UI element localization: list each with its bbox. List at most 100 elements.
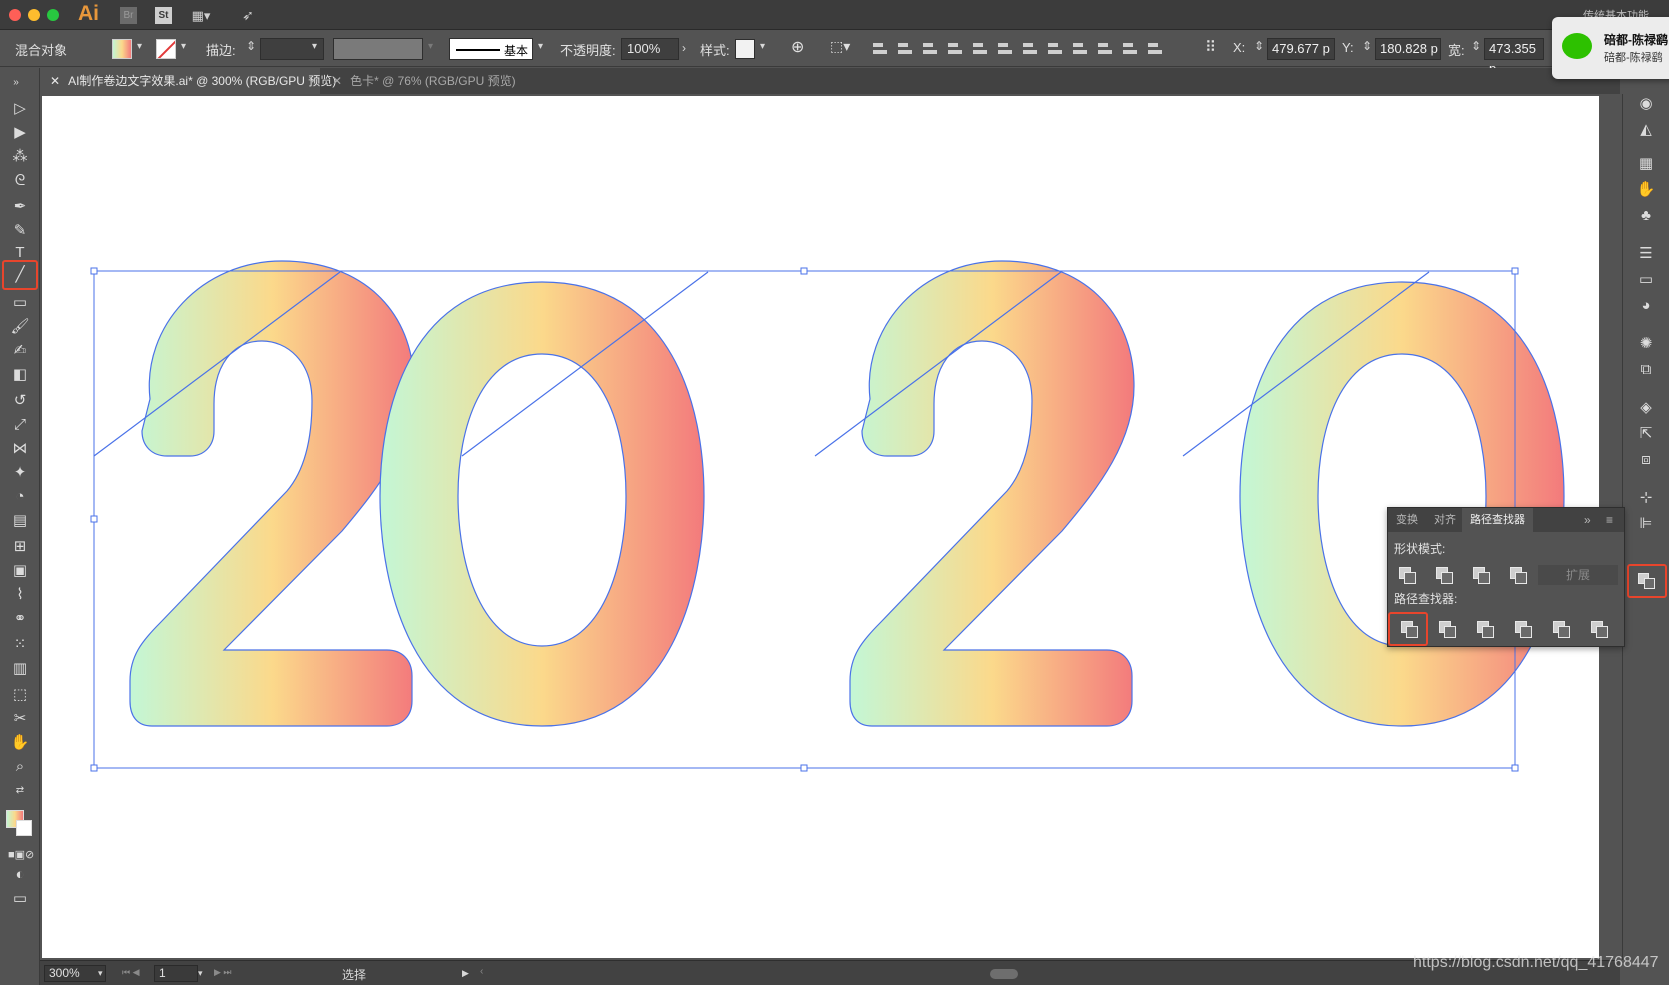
- exclude-button[interactable]: [1506, 564, 1528, 584]
- align-panel-icon[interactable]: ⊫: [1635, 514, 1657, 534]
- align-top-icon[interactable]: [945, 40, 964, 58]
- align-left-icon[interactable]: [870, 40, 889, 58]
- resize-handle[interactable]: [800, 764, 808, 772]
- distribute-right-icon[interactable]: [1145, 40, 1164, 58]
- x-position-field[interactable]: 479.677 p: [1267, 38, 1335, 60]
- recolor-artwork-icon[interactable]: ⊕: [791, 37, 804, 57]
- eraser-tool-icon[interactable]: ◧: [8, 364, 32, 386]
- brush-definition-dropdown[interactable]: 基本: [449, 38, 533, 60]
- artboard-tool-icon[interactable]: ⬚: [8, 684, 32, 706]
- zoom-tool-icon[interactable]: ⌕: [8, 756, 32, 778]
- transparency-icon[interactable]: ◕: [1635, 296, 1657, 316]
- distribute-bottom-icon[interactable]: [1070, 40, 1089, 58]
- horizontal-scrollbar-thumb[interactable]: [990, 969, 1018, 979]
- close-icon[interactable]: ✕: [332, 74, 342, 88]
- align-to-selection-icon[interactable]: ⬚▾: [830, 38, 850, 55]
- resize-handle[interactable]: [90, 267, 98, 275]
- bridge-button[interactable]: Br: [120, 7, 137, 24]
- tab-align[interactable]: 对齐: [1434, 508, 1456, 532]
- opacity-field[interactable]: 100%: [621, 38, 679, 60]
- maximize-window-button[interactable]: [47, 9, 59, 21]
- artboard-number-field[interactable]: 1: [154, 965, 198, 982]
- digit-2[interactable]: [129, 260, 415, 727]
- chevron-right-icon[interactable]: ›: [682, 41, 686, 55]
- digit-2[interactable]: [849, 260, 1135, 727]
- zoom-field[interactable]: 300%: [44, 965, 106, 982]
- crop-button[interactable]: [1511, 618, 1533, 638]
- line-segment-tool-icon[interactable]: ╱: [2, 260, 38, 290]
- stroke-color-box[interactable]: [16, 820, 32, 836]
- chevron-down-icon[interactable]: ▾: [181, 41, 186, 52]
- artboards-icon[interactable]: ⧈: [1635, 450, 1657, 470]
- selection-tool-icon[interactable]: ▷: [8, 98, 32, 120]
- chevron-right-icon[interactable]: ▶: [462, 968, 469, 979]
- color-guide-icon[interactable]: ◭: [1635, 120, 1657, 140]
- puppet-warp-tool-icon[interactable]: ✦: [8, 462, 32, 484]
- stepper-icon[interactable]: ⇕: [246, 39, 256, 53]
- stepper-icon[interactable]: ⇕: [1254, 39, 1264, 53]
- color-mode-icons[interactable]: ■▣⊘: [8, 844, 34, 866]
- resize-handle[interactable]: [90, 764, 98, 772]
- width-field[interactable]: 473.355 p: [1484, 38, 1544, 76]
- align-bottom-icon[interactable]: [995, 40, 1014, 58]
- panel-menu-icon[interactable]: ≡: [1606, 508, 1613, 532]
- reference-point-icon[interactable]: ⠿: [1205, 38, 1216, 56]
- resize-handle[interactable]: [1511, 267, 1519, 275]
- minus-front-button[interactable]: [1432, 564, 1454, 584]
- resize-handle[interactable]: [1511, 764, 1519, 772]
- magic-wand-tool-icon[interactable]: ⁂: [8, 146, 32, 168]
- graphic-style-swatch[interactable]: [735, 39, 755, 59]
- stepper-icon[interactable]: ⇕: [1471, 39, 1481, 53]
- scale-tool-icon[interactable]: ⤢: [8, 414, 32, 436]
- chevron-down-icon[interactable]: ▾: [137, 41, 142, 52]
- artwork-svg[interactable]: [42, 96, 1599, 958]
- merge-button[interactable]: [1473, 618, 1495, 638]
- shaper-tool-icon[interactable]: ✍: [8, 340, 32, 362]
- canvas-area[interactable]: [40, 94, 1620, 960]
- width-tool-icon[interactable]: ⋈: [8, 438, 32, 460]
- distribute-left-icon[interactable]: [1095, 40, 1114, 58]
- slice-tool-icon[interactable]: ✂: [8, 708, 32, 730]
- intersect-button[interactable]: [1469, 564, 1491, 584]
- artwork-text-2020[interactable]: [129, 260, 1565, 727]
- scroll-left-icon[interactable]: ‹: [480, 966, 483, 977]
- shape-builder-tool-icon[interactable]: ◔: [8, 486, 32, 508]
- tab-document-swatches[interactable]: ✕ 色卡* @ 76% (RGB/GPU 预览): [322, 68, 516, 94]
- resize-handle[interactable]: [90, 515, 98, 523]
- hand-tool-icon[interactable]: ✋: [8, 732, 32, 754]
- distribute-top-icon[interactable]: [1020, 40, 1039, 58]
- column-graph-tool-icon[interactable]: ▥: [8, 658, 32, 680]
- arrange-documents-icon[interactable]: ▦▾: [186, 7, 216, 24]
- color-panel-icon[interactable]: ◉: [1635, 94, 1657, 114]
- expand-button[interactable]: 扩展: [1538, 565, 1618, 585]
- chevron-down-icon[interactable]: ▾: [538, 41, 543, 52]
- screen-mode-icon[interactable]: ▭: [8, 888, 32, 910]
- direct-selection-tool-icon[interactable]: ▶: [8, 122, 32, 144]
- notification-popup[interactable]: 碚都-陈禄鹞 碚都-陈禄鹞: [1552, 17, 1669, 79]
- gradient-panel-icon[interactable]: ▭: [1635, 270, 1657, 290]
- stroke-swatch[interactable]: [156, 39, 176, 59]
- tab-transform[interactable]: 变换: [1396, 508, 1418, 532]
- tab-document-active[interactable]: ✕ AI制作卷边文字效果.ai* @ 300% (RGB/GPU 预览): [40, 68, 336, 94]
- variable-width-profile[interactable]: [333, 38, 423, 60]
- unite-button[interactable]: [1395, 564, 1417, 584]
- collapse-icon[interactable]: »: [4, 72, 28, 94]
- rotate-tool-icon[interactable]: ↺: [8, 390, 32, 412]
- artboard[interactable]: [42, 96, 1599, 958]
- rectangle-tool-icon[interactable]: ▭: [8, 292, 32, 314]
- artboard-nav-icons[interactable]: ▶ ⏭: [214, 967, 232, 978]
- gpu-performance-icon[interactable]: ➶: [238, 7, 258, 24]
- symbols-icon[interactable]: ♣: [1635, 206, 1657, 226]
- digit-0[interactable]: [379, 281, 705, 727]
- align-horizontal-center-icon[interactable]: [895, 40, 914, 58]
- curvature-tool-icon[interactable]: ✎: [8, 220, 32, 242]
- chevron-down-icon[interactable]: ▾: [312, 41, 317, 52]
- stepper-icon[interactable]: ⇕: [1362, 39, 1372, 53]
- blend-tool-icon[interactable]: ⚭: [8, 608, 32, 630]
- stroke-panel-icon[interactable]: ☰: [1635, 244, 1657, 264]
- chevron-down-icon[interactable]: ▾: [98, 968, 103, 979]
- tab-pathfinder[interactable]: 路径查找器: [1462, 508, 1533, 532]
- outline-button[interactable]: [1549, 618, 1571, 638]
- swap-fill-stroke-icon[interactable]: ⇄: [8, 780, 32, 802]
- drawing-modes-icon[interactable]: ◐: [8, 864, 32, 886]
